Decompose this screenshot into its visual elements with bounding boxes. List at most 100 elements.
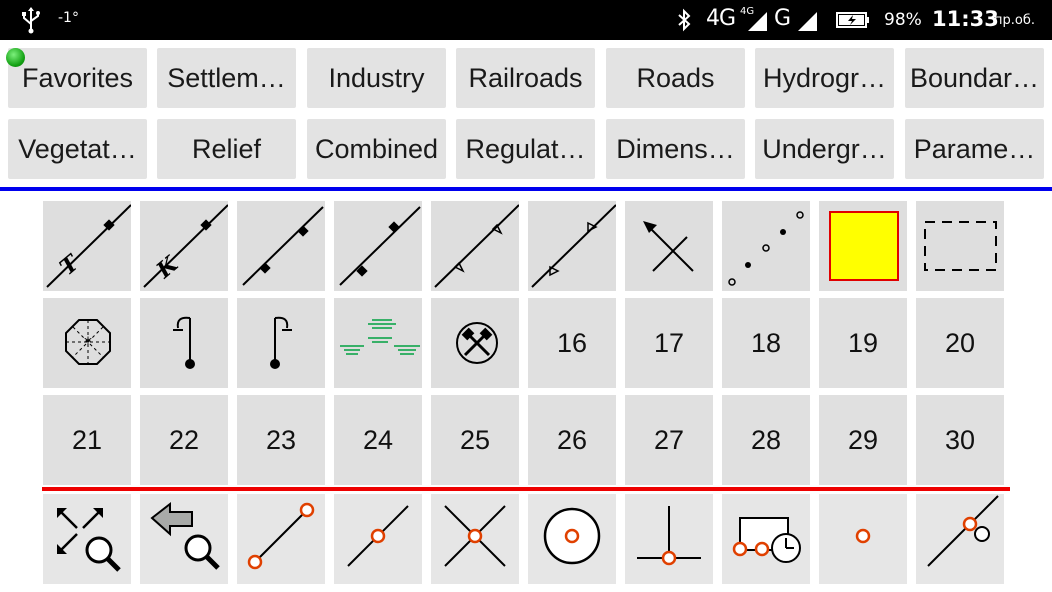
perpendicular-icon [637, 506, 701, 566]
octagon-star-symbol-icon: * [65, 319, 111, 365]
symbol-mine[interactable] [431, 298, 519, 388]
tab-industry[interactable]: Industry [307, 48, 446, 108]
usb-icon [22, 7, 40, 34]
grid-cell-18[interactable]: 18 [722, 298, 810, 388]
grid-cell-27[interactable]: 27 [625, 395, 713, 485]
grid-cell-23[interactable]: 23 [237, 395, 325, 485]
signal-strength-2-icon [798, 12, 817, 31]
svg-text:*: * [84, 333, 92, 352]
point-icon [855, 528, 871, 544]
divider-red [42, 487, 1010, 491]
snap-midpoint-button[interactable] [334, 494, 422, 584]
status-indicator-icon [6, 48, 25, 67]
svg-text:K: K [151, 251, 184, 284]
grid-cell-16[interactable]: 16 [528, 298, 616, 388]
app-root: -1° 4G 4G G 98% 11:33 пр.об. Favorites S… [0, 0, 1052, 592]
snap-point-button[interactable] [819, 494, 907, 584]
street-lamp-left-symbol-icon [173, 316, 195, 369]
symbol-octagon[interactable]: * [43, 298, 131, 388]
tab-regulations[interactable]: Regulat… [456, 119, 595, 179]
tab-settlements[interactable]: Settlem… [157, 48, 296, 108]
symbol-dotted-line[interactable] [722, 201, 810, 291]
snap-rectangle-button[interactable] [722, 494, 810, 584]
symbol-line-triangles-alt[interactable] [528, 201, 616, 291]
zoom-back-icon [150, 501, 220, 570]
grid-cell-24[interactable]: 24 [334, 395, 422, 485]
tab-parameters[interactable]: Parame… [905, 119, 1044, 179]
rectangle-rotate-icon [732, 517, 801, 563]
battery-percent-text: 98% [884, 10, 922, 30]
tab-boundaries[interactable]: Boundar… [905, 48, 1044, 108]
zoom-extents-icon [57, 508, 121, 572]
day-text: пр.об. [994, 13, 1035, 28]
symbol-marsh[interactable] [334, 298, 422, 388]
grid-cell-30[interactable]: 30 [916, 395, 1004, 485]
grid-cell-21[interactable]: 21 [43, 395, 131, 485]
grid-cell-label: 25 [459, 425, 491, 455]
zoom-extents-button[interactable] [43, 494, 131, 584]
grid-cell-28[interactable]: 28 [722, 395, 810, 485]
symbol-dashed-rectangle[interactable] [916, 201, 1004, 291]
tab-combined[interactable]: Combined [307, 119, 446, 179]
symbol-arrow-cross[interactable] [625, 201, 713, 291]
grid-cell-26[interactable]: 26 [528, 395, 616, 485]
grid-cell-22[interactable]: 22 [140, 395, 228, 485]
grid-cell-29[interactable]: 29 [819, 395, 907, 485]
temperature-text: -1° [58, 10, 79, 26]
line-t-tick-symbol-icon: T [46, 204, 131, 288]
line-point-circle-icon [927, 495, 999, 567]
line-endpoints-icon [247, 502, 315, 570]
tab-railroads[interactable]: Railroads [456, 48, 595, 108]
symbol-line-triangles[interactable] [431, 201, 519, 291]
tab-relief[interactable]: Relief [157, 119, 296, 179]
grid-cell-label: 21 [71, 425, 103, 455]
snap-endpoints-button[interactable] [237, 494, 325, 584]
grid-cell-17[interactable]: 17 [625, 298, 713, 388]
battery-charging-icon [836, 12, 869, 28]
grid-cell-25[interactable]: 25 [431, 395, 519, 485]
symbol-filled-square[interactable] [819, 201, 907, 291]
grid-cell-19[interactable]: 19 [819, 298, 907, 388]
tab-roads[interactable]: Roads [606, 48, 745, 108]
grid-cell-label: 23 [265, 425, 297, 455]
dashed-rectangle-symbol-icon [924, 221, 997, 271]
grid-cell-label: 27 [653, 425, 685, 455]
grid-cell-label: 20 [944, 328, 976, 358]
dotted-line-symbol-icon [728, 211, 804, 286]
mine-symbol-icon [456, 322, 498, 364]
symbol-line-k[interactable]: K [140, 201, 228, 291]
zoom-back-button[interactable] [140, 494, 228, 584]
clock-text: 11:33 [932, 7, 999, 31]
signal-strength-icon [748, 12, 767, 31]
tab-dimensions[interactable]: Dimens… [606, 119, 745, 179]
symbol-line-t[interactable]: T [43, 201, 131, 291]
tab-hydrography[interactable]: Hydrogr… [755, 48, 894, 108]
snap-perpendicular-button[interactable] [625, 494, 713, 584]
circle-center-icon [543, 507, 601, 565]
grid-cell-label: 19 [847, 328, 879, 358]
grid-cell-label: 22 [168, 425, 200, 455]
yellow-filled-square-symbol-icon [829, 211, 899, 281]
line-open-triangles-alt-symbol-icon [531, 204, 616, 288]
arrow-cross-symbol-icon [643, 221, 694, 272]
snap-intersection-button[interactable] [431, 494, 519, 584]
tab-favorites[interactable]: Favorites [8, 48, 147, 108]
tab-underground[interactable]: Undergr… [755, 119, 894, 179]
symbol-lamp-right[interactable] [237, 298, 325, 388]
grid-cell-label: 17 [653, 328, 685, 358]
grid-cell-label: 26 [556, 425, 588, 455]
grid-cell-label: 30 [944, 425, 976, 455]
symbol-lamp-left[interactable] [140, 298, 228, 388]
grid-cell-20[interactable]: 20 [916, 298, 1004, 388]
tab-vegetation[interactable]: Vegetat… [8, 119, 147, 179]
grid-cell-label: 16 [556, 328, 588, 358]
snap-circle-center-button[interactable] [528, 494, 616, 584]
symbol-line-ticks-alt[interactable] [334, 201, 422, 291]
line-ticks-alt-symbol-icon [339, 206, 421, 286]
divider-blue [0, 187, 1052, 191]
line-midpoint-icon [347, 505, 409, 567]
marsh-symbol-icon [340, 319, 420, 355]
snap-line-point-button[interactable] [916, 494, 1004, 584]
symbol-line-ticks[interactable] [237, 201, 325, 291]
grid-cell-label: 28 [750, 425, 782, 455]
